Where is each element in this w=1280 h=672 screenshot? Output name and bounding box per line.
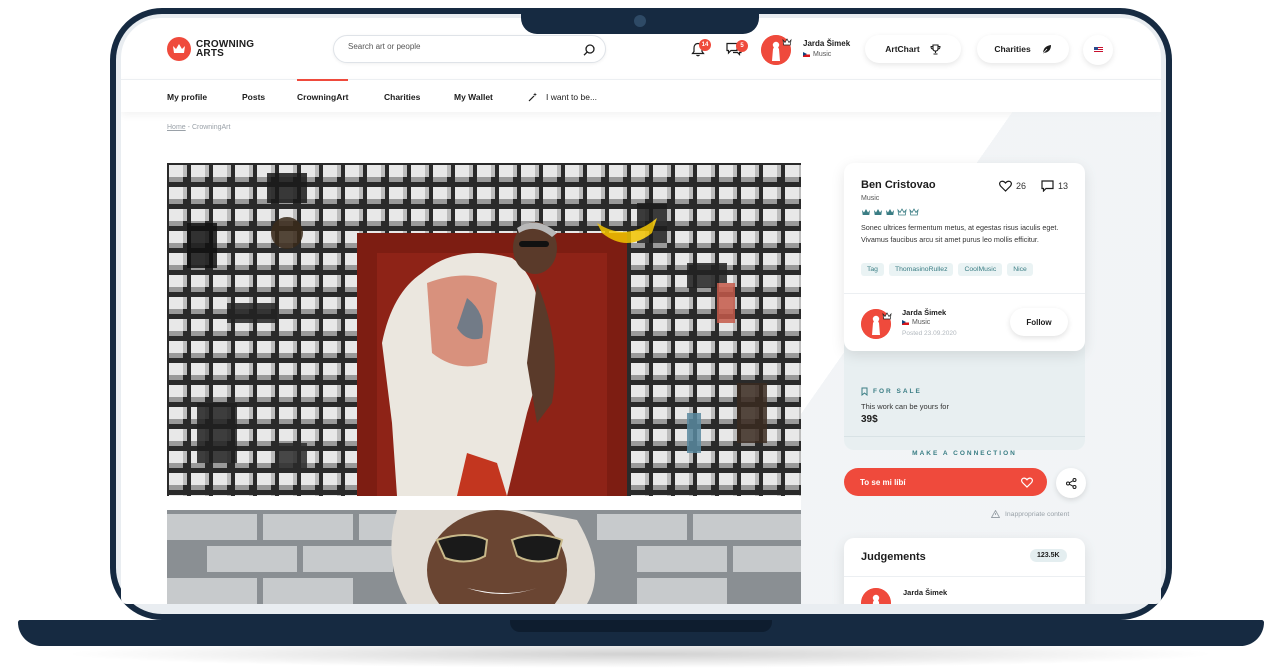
camera-icon [634, 15, 646, 27]
make-connection-button[interactable]: MAKE A CONNECTION [844, 450, 1085, 457]
comments-count: 13 [1058, 181, 1069, 191]
crown-filled-icon [862, 209, 870, 215]
artist-category: Music [861, 195, 880, 202]
artwork-photo-main[interactable] [167, 163, 801, 496]
notifications-badge: 14 [699, 39, 711, 51]
likes-stat[interactable]: 26 [999, 180, 1026, 192]
poster-name[interactable]: Jarda Šimek [902, 308, 946, 317]
comment-icon [1041, 180, 1054, 192]
tag-chip[interactable]: ThomasinoRullez [888, 263, 954, 276]
search-icon[interactable] [583, 43, 595, 61]
breadcrumb-home[interactable]: Home [167, 124, 186, 131]
for-sale-text: FOR SALE [873, 388, 922, 395]
poster-category: Music [902, 319, 930, 326]
comments-stat[interactable]: 13 [1041, 180, 1068, 192]
czech-flag-icon [803, 52, 810, 57]
like-button-label: To se mi líbí [860, 477, 906, 487]
artchart-button[interactable]: ArtChart [865, 35, 961, 63]
tag-chip[interactable]: CoolMusic [958, 263, 1003, 276]
us-flag-icon [1093, 47, 1103, 53]
report-inappropriate-link[interactable]: Inappropriate content [991, 510, 1069, 518]
poster-category-label: Music [912, 319, 931, 326]
artwork-description: Sonec ultrices fermentum metus, at egest… [861, 223, 1059, 244]
card-divider [844, 293, 1085, 294]
for-sale-panel: FOR SALE This work can be yours for 39$ … [844, 338, 1085, 457]
breadcrumb-current: CrowningArt [191, 124, 231, 131]
sale-divider [844, 436, 1085, 437]
judgements-title: Judgements [861, 551, 926, 563]
crown-empty-icon [909, 208, 919, 216]
nav-charities[interactable]: Charities [384, 92, 420, 102]
leaf-icon [1041, 44, 1051, 55]
search-input[interactable] [348, 42, 568, 51]
app-screen: CROWNING ARTS 14 5 Jarda Šimek Music [121, 18, 1161, 604]
laptop-hinge [510, 620, 772, 632]
judgements-divider [844, 576, 1085, 577]
judgements-count: 123.5K [1030, 549, 1067, 562]
nav-my-wallet[interactable]: My Wallet [454, 92, 493, 102]
artwork-info-card: Ben Cristovao Music 26 13 Sonec ultrices… [844, 163, 1085, 351]
share-icon [1065, 477, 1076, 489]
magic-wand-icon [528, 92, 537, 102]
crown-rating [861, 208, 919, 216]
tag-list: Tag ThomasinoRullez CoolMusic Nice [861, 263, 1033, 276]
posted-date: Posted 23.09.2020 [902, 330, 957, 337]
logo-text[interactable]: CROWNING ARTS [196, 40, 254, 59]
czech-flag-icon [902, 320, 909, 325]
nav-want-label: I want to be... [546, 92, 598, 102]
trophy-icon [930, 43, 941, 55]
charities-button[interactable]: Charities [977, 35, 1069, 63]
header-user-category-label: Music [813, 51, 832, 58]
bookmark-icon [861, 387, 868, 396]
header-user-name[interactable]: Jarda Šimek [803, 39, 850, 48]
poster-crown-icon [882, 307, 892, 325]
likes-count: 26 [1016, 181, 1027, 191]
breadcrumb-separator: - [187, 124, 190, 131]
nav-i-want-to-be[interactable]: I want to be... [528, 92, 597, 102]
search-bar[interactable] [333, 35, 606, 63]
breadcrumb: Home - CrowningArt [167, 124, 230, 131]
language-switcher[interactable] [1083, 35, 1113, 65]
tag-chip[interactable]: Nice [1007, 263, 1033, 276]
sale-description: This work can be yours for [861, 402, 949, 411]
artchart-label: ArtChart [885, 44, 920, 54]
tag-chip[interactable]: Tag [861, 263, 884, 276]
charities-label: Charities [994, 44, 1031, 54]
nav-posts[interactable]: Posts [242, 92, 265, 102]
messages-badge: 5 [736, 40, 748, 52]
nav-crowningart[interactable]: CrowningArt [297, 79, 349, 102]
crown-filled-icon [874, 209, 882, 215]
user-crown-icon [782, 33, 792, 51]
crown-filled-icon [886, 209, 894, 215]
share-button[interactable] [1056, 468, 1086, 498]
warning-icon [991, 510, 1000, 518]
artwork-photo-secondary[interactable] [167, 510, 801, 604]
like-button[interactable]: To se mi líbí [844, 468, 1047, 496]
artist-name[interactable]: Ben Cristovao [861, 179, 936, 191]
main-nav: My profile Posts CrowningArt Charities M… [121, 79, 1161, 112]
judge-user-name[interactable]: Jarda Šimek [903, 588, 947, 597]
crown-empty-icon [897, 208, 907, 216]
judge-avatar[interactable] [861, 588, 891, 604]
nav-my-profile[interactable]: My profile [167, 92, 207, 102]
header-user-category: Music [803, 51, 831, 58]
report-label: Inappropriate content [1005, 510, 1070, 518]
logo-crown-icon[interactable] [167, 37, 191, 61]
judgements-card: Judgements 123.5K Jarda Šimek [844, 538, 1085, 604]
sale-price: 39$ [861, 414, 878, 425]
heart-icon [999, 180, 1012, 192]
heart-icon [1021, 477, 1033, 488]
follow-button[interactable]: Follow [1010, 308, 1068, 336]
for-sale-label: FOR SALE [861, 387, 922, 396]
